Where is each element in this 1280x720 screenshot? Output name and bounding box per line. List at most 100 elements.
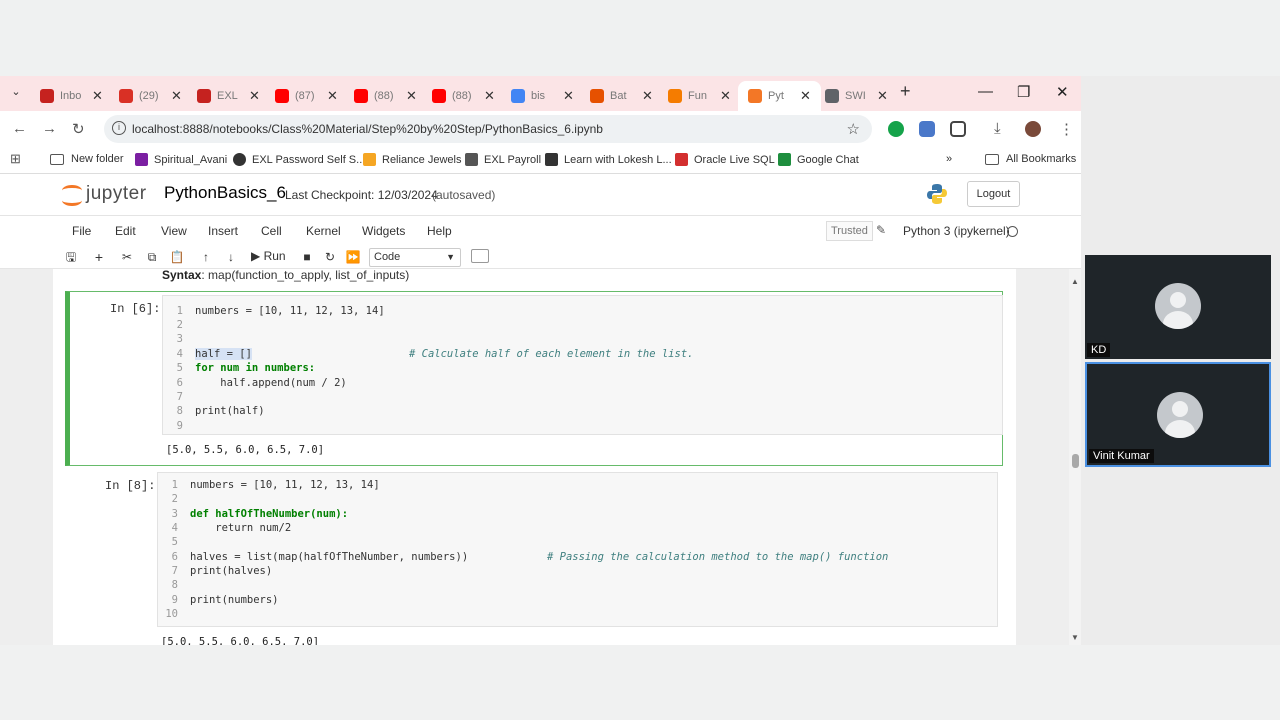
move-down-icon[interactable]: ↓: [221, 249, 241, 267]
menu-edit[interactable]: Edit: [115, 224, 136, 238]
tab-label: Pyt: [768, 90, 784, 102]
cut-icon[interactable]: ✂: [117, 249, 137, 267]
new-tab-button[interactable]: +: [900, 81, 911, 102]
browser-tab[interactable]: EXL ✕: [197, 81, 260, 111]
bookmark-item[interactable]: Oracle Live SQL: [675, 153, 775, 166]
save-icon[interactable]: 🖫: [61, 249, 81, 267]
browser-tab[interactable]: bis ✕: [511, 81, 574, 111]
download-icon[interactable]: ⤓: [994, 120, 1001, 137]
browser-tab[interactable]: SWI ✕: [825, 81, 888, 111]
cell-type-select[interactable]: Code ▼: [369, 248, 461, 267]
tab-close-icon[interactable]: ✕: [800, 88, 811, 104]
paste-icon[interactable]: 📋: [167, 249, 187, 267]
keyboard-icon[interactable]: [471, 249, 489, 263]
run-button[interactable]: ▶ Run: [251, 249, 286, 263]
bookmark-label: Reliance Jewels: [382, 153, 462, 166]
scroll-up-icon[interactable]: ▲: [1071, 277, 1079, 286]
bookmark-icon: [465, 153, 478, 166]
participant-tile[interactable]: KD: [1085, 255, 1271, 359]
restart-icon[interactable]: ↻: [320, 249, 340, 267]
menu-help[interactable]: Help: [427, 224, 452, 238]
logout-button[interactable]: Logout: [967, 181, 1020, 207]
tab-close-icon[interactable]: ✕: [327, 88, 338, 104]
tab-close-icon[interactable]: ✕: [720, 88, 731, 104]
bookmark-item[interactable]: Reliance Jewels: [363, 153, 461, 166]
grammarly-extension-icon[interactable]: [888, 121, 904, 137]
address-bar[interactable]: i localhost:8888/notebooks/Class%20Mater…: [104, 115, 872, 143]
move-up-icon[interactable]: ↑: [196, 249, 216, 267]
tab-favicon-icon: [825, 89, 839, 103]
bookmark-star-icon[interactable]: ☆: [847, 120, 860, 138]
code-cell-1[interactable]: In [6]: 1 numbers = [10, 11, 12, 13, 14] …: [65, 291, 1003, 466]
tab-close-icon[interactable]: ✕: [171, 88, 182, 104]
browser-tab[interactable]: (88) ✕: [354, 81, 417, 111]
minimize-icon[interactable]: —: [978, 83, 993, 100]
last-checkpoint: Last Checkpoint: 12/03/2024: [285, 188, 438, 202]
cell-input[interactable]: 1 numbers = [10, 11, 12, 13, 14] 2 3 4 hal…: [162, 295, 1003, 435]
all-bookmarks-button[interactable]: All Bookmarks: [985, 153, 1076, 165]
restore-icon[interactable]: ❐: [1017, 83, 1030, 101]
menu-cell[interactable]: Cell: [261, 224, 282, 238]
scroll-down-icon[interactable]: ▼: [1071, 633, 1079, 642]
cell-output: [5.0, 5.5, 6.0, 6.5, 7.0]: [161, 636, 320, 645]
kernel-name[interactable]: Python 3 (ipykernel): [903, 224, 1010, 238]
run-label: Run: [263, 249, 286, 263]
tab-close-icon[interactable]: ✕: [484, 88, 495, 104]
browser-tab[interactable]: (88) ✕: [432, 81, 495, 111]
extension-icon[interactable]: [919, 121, 935, 137]
bookmark-item[interactable]: EXL Password Self S...: [233, 153, 365, 166]
tab-close-icon[interactable]: ✕: [877, 88, 888, 104]
notebook-page: Syntax: map(function_to_apply, list_of_i…: [53, 269, 1016, 645]
bookmark-item[interactable]: Learn with Lokesh L...: [545, 153, 672, 166]
jupyter-logo[interactable]: jupyter: [62, 183, 147, 206]
participant-tile-active[interactable]: Vinit Kumar: [1085, 362, 1271, 467]
back-icon[interactable]: ←: [12, 120, 27, 137]
interrupt-icon[interactable]: ■: [297, 249, 317, 267]
bookmark-item[interactable]: Spiritual_Avani: [135, 153, 227, 166]
menu-view[interactable]: View: [161, 224, 187, 238]
tab-close-icon[interactable]: ✕: [249, 88, 260, 104]
browser-tab[interactable]: Pyt ✕: [738, 81, 821, 111]
tab-label: EXL: [217, 90, 238, 102]
menu-widgets[interactable]: Widgets: [362, 224, 405, 238]
tab-close-icon[interactable]: ✕: [406, 88, 417, 104]
more-bookmarks-button[interactable]: »: [946, 153, 952, 165]
edit-pencil-icon[interactable]: ✎: [876, 223, 886, 237]
code-cell-2[interactable]: In [8]: 1 numbers = [10, 11, 12, 13, 14] …: [65, 472, 1003, 645]
forward-icon[interactable]: →: [42, 120, 57, 137]
browser-tab[interactable]: Inbo ✕: [40, 81, 103, 111]
reload-icon[interactable]: ↻: [72, 120, 85, 138]
menu-insert[interactable]: Insert: [208, 224, 238, 238]
apps-grid-icon[interactable]: ⊞: [10, 151, 21, 167]
bookmark-item[interactable]: Google Chat: [778, 153, 859, 166]
globe-icon: [233, 153, 246, 166]
page-scrollbar[interactable]: ▲ ▼: [1069, 269, 1081, 645]
restart-run-all-icon[interactable]: ⏩: [343, 249, 363, 267]
more-menu-icon[interactable]: ⋮: [1059, 120, 1074, 138]
bookmark-item[interactable]: EXL Payroll: [465, 153, 541, 166]
profile-avatar[interactable]: [1025, 121, 1041, 137]
browser-tab[interactable]: Bat ✕: [590, 81, 653, 111]
cell-input[interactable]: 1 numbers = [10, 11, 12, 13, 14] 2 3 def h…: [157, 472, 998, 627]
browser-tab[interactable]: (29) ✕: [119, 81, 182, 111]
menu-kernel[interactable]: Kernel: [306, 224, 341, 238]
avatar-icon: [1157, 392, 1203, 438]
url-text[interactable]: localhost:8888/notebooks/Class%20Materia…: [132, 122, 603, 136]
menu-file[interactable]: File: [72, 224, 91, 238]
insert-cell-icon[interactable]: +: [89, 249, 109, 267]
notebook-name[interactable]: PythonBasics_6: [164, 183, 286, 203]
site-info-icon[interactable]: i: [112, 121, 126, 135]
trusted-indicator[interactable]: Trusted: [826, 221, 873, 241]
copy-icon[interactable]: ⧉: [142, 249, 162, 267]
tab-search-chevron-icon[interactable]: ⌄: [7, 85, 25, 103]
top-margin: [0, 0, 1280, 76]
close-window-icon[interactable]: ✕: [1056, 83, 1069, 101]
browser-tab[interactable]: (87) ✕: [275, 81, 338, 111]
scrollbar-thumb[interactable]: [1072, 454, 1079, 468]
extensions-puzzle-icon[interactable]: [950, 121, 966, 137]
tab-close-icon[interactable]: ✕: [642, 88, 653, 104]
browser-tab[interactable]: Fun ✕: [668, 81, 731, 111]
tab-close-icon[interactable]: ✕: [92, 88, 103, 104]
bookmark-item[interactable]: New folder: [50, 153, 124, 165]
tab-close-icon[interactable]: ✕: [563, 88, 574, 104]
